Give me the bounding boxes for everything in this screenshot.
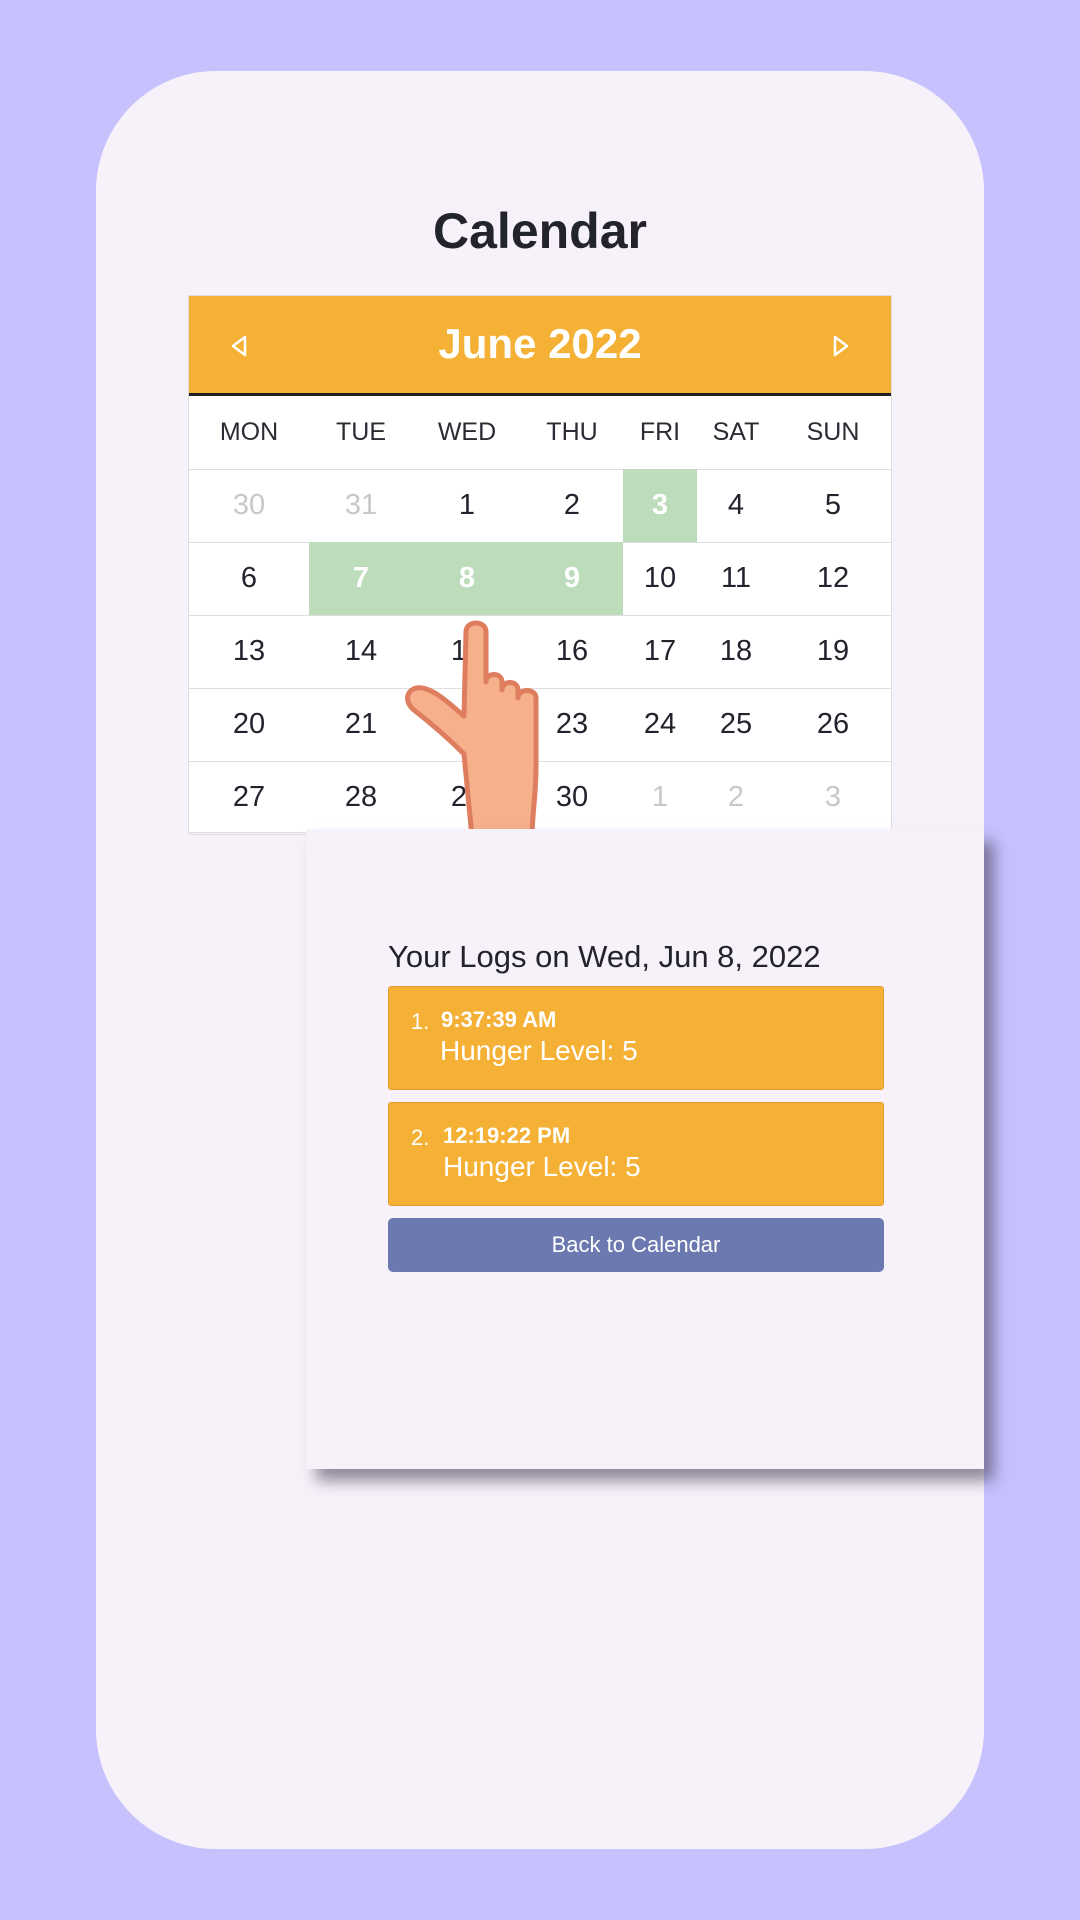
log-level: Hunger Level: 5 [443,1151,641,1182]
day-cell[interactable]: 28 [309,761,413,834]
day-cell[interactable]: 2 [697,761,775,834]
log-entry: 1. 9:37:39 AM Hunger Level: 5 [388,986,884,1090]
day-cell[interactable]: 21 [309,688,413,761]
log-entry: 2. 12:19:22 PM Hunger Level: 5 [388,1102,884,1206]
weekday-label: SUN [806,418,860,446]
day-cell[interactable]: 1 [413,469,521,542]
triangle-right-icon [833,335,849,357]
weekday-label: FRI [639,418,681,446]
day-cell[interactable]: 4 [697,469,775,542]
day-cell[interactable]: 20 [189,688,309,761]
weekday-label: MON [219,418,279,446]
log-level: Hunger Level: 5 [440,1035,638,1066]
day-cell[interactable]: 13 [189,615,309,688]
day-cell[interactable]: 1 [623,761,697,834]
logs-title: Your Logs on Wed, Jun 8, 2022 [388,939,821,974]
day-cell[interactable]: 9 [521,542,623,615]
weekday-label: TUE [336,418,386,446]
day-cell[interactable]: 31 [309,469,413,542]
log-time: 9:37:39 AM [441,1007,557,1032]
logs-panel: Your Logs on Wed, Jun 8, 2022 1. 9:37:39… [306,829,984,1469]
day-cell[interactable]: 7 [309,542,413,615]
weekday-label: WED [437,418,497,446]
day-cell[interactable]: 14 [309,615,413,688]
day-cell[interactable]: 3 [775,761,891,834]
calendar-week-row: 6 7 8 9 10 11 12 [189,542,891,616]
calendar-header: June 2022 [189,296,891,396]
day-cell[interactable]: 26 [775,688,891,761]
day-cell[interactable]: 6 [189,542,309,615]
weekday-label: SAT [712,418,760,446]
pointing-hand-icon [405,620,539,832]
day-cell[interactable]: 10 [623,542,697,615]
day-cell[interactable]: 18 [697,615,775,688]
day-cell[interactable]: 2 [521,469,623,542]
day-cell[interactable]: 5 [775,469,891,542]
day-cell[interactable]: 27 [189,761,309,834]
day-cell[interactable]: 3 [623,469,697,542]
page-title: Calendar [433,203,647,259]
day-cell[interactable]: 17 [623,615,697,688]
weekday-label: THU [546,418,598,446]
log-number: 1. [411,1009,430,1034]
day-cell[interactable]: 19 [775,615,891,688]
day-cell[interactable]: 24 [623,688,697,761]
calendar-week-row: 30 31 1 2 3 4 5 [189,469,891,543]
log-number: 2. [411,1125,430,1150]
back-to-calendar-button[interactable]: Back to Calendar [388,1218,884,1272]
day-cell[interactable]: 30 [189,469,309,542]
day-cell[interactable]: 8 [413,542,521,615]
next-month-button[interactable] [823,328,859,364]
day-cell[interactable]: 12 [775,542,891,615]
day-cell[interactable]: 25 [697,688,775,761]
log-time: 12:19:22 PM [443,1123,571,1148]
weekday-header-row: MON TUE WED THU FRI SAT SUN [189,396,891,470]
day-cell[interactable]: 11 [697,542,775,615]
month-label: June 2022 [438,320,642,367]
